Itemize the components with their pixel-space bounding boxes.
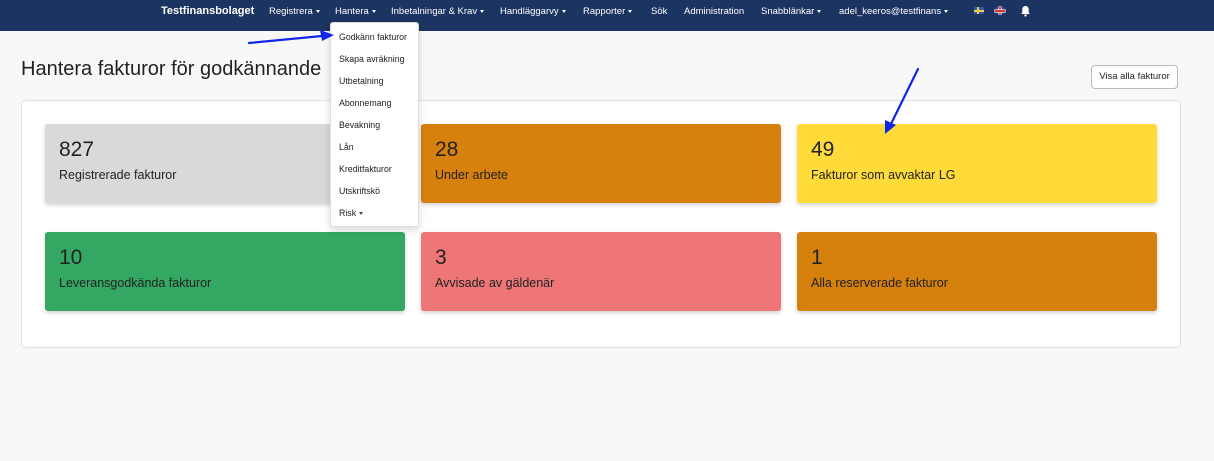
caret-down-icon	[817, 9, 822, 13]
caret-down-icon	[561, 9, 566, 13]
nav-label: Rapporter	[583, 6, 626, 17]
card-count: 49	[811, 138, 835, 161]
nav-snabblankar[interactable]: Snabblänkar	[761, 6, 822, 17]
caret-down-icon	[371, 9, 376, 13]
menu-item-bevakning[interactable]: Bevakning	[339, 120, 380, 130]
menu-item-abonnemang[interactable]: Abonnemang	[339, 98, 391, 108]
card-label: Avvisade av gäldenär	[435, 276, 555, 290]
nav-sok[interactable]: Sök	[651, 6, 667, 17]
card-label: Leveransgodkända fakturor	[59, 276, 212, 290]
invoice-summary-panel: 827 Registrerade fakturor 28 Under arbet…	[21, 100, 1181, 348]
menu-item-utbetalning[interactable]: Utbetalning	[339, 76, 384, 86]
hantera-dropdown-menu: Godkänn fakturor Skapa avräkning Utbetal…	[330, 22, 419, 227]
flag-gb-icon[interactable]	[995, 7, 1005, 14]
nav-label: Administration	[684, 6, 745, 17]
card-label: Alla reserverade fakturor	[811, 276, 948, 290]
nav-label: Registrera	[269, 6, 313, 17]
card-rejected-by-debtor[interactable]: 3 Avvisade av gäldenär	[421, 232, 781, 311]
top-navbar: Testfinansbolaget Registrera Hantera Inb…	[0, 0, 1214, 31]
card-awaiting-lg[interactable]: 49 Fakturor som avvaktar LG	[797, 124, 1157, 203]
caret-down-icon	[480, 9, 485, 13]
card-reserved-invoices[interactable]: 1 Alla reserverade fakturor	[797, 232, 1157, 311]
nav-label: Inbetalningar & Krav	[391, 6, 478, 17]
flag-se-icon[interactable]	[974, 7, 984, 14]
show-all-invoices-button[interactable]: Visa alla fakturor	[1091, 65, 1178, 89]
card-count: 28	[435, 138, 459, 161]
nav-registrera[interactable]: Registrera	[269, 6, 320, 17]
menu-item-utskriftsko[interactable]: Utskriftskö	[339, 186, 380, 196]
brand-name[interactable]: Testfinansbolaget	[161, 5, 254, 17]
nav-handlaggarvy[interactable]: Handläggarvy	[500, 6, 566, 17]
caret-down-icon	[359, 212, 364, 216]
menu-item-lan[interactable]: Lån	[339, 142, 354, 152]
nav-label: Snabblänkar	[761, 6, 815, 17]
nav-label: Sök	[651, 6, 668, 17]
card-label: Fakturor som avvaktar LG	[811, 168, 956, 182]
menu-item-label: Risk	[339, 208, 357, 218]
menu-item-godkann-fakturor[interactable]: Godkänn fakturor	[339, 32, 407, 42]
nav-rapporter[interactable]: Rapporter	[583, 6, 633, 17]
nav-label: Hantera	[335, 6, 369, 17]
card-label: Under arbete	[435, 168, 508, 182]
nav-administration[interactable]: Administration	[684, 6, 744, 17]
menu-item-skapa-avrakning[interactable]: Skapa avräkning	[339, 54, 405, 64]
menu-item-kreditfakturor[interactable]: Kreditfakturor	[339, 164, 392, 174]
nav-label: Handläggarvy	[500, 6, 559, 17]
card-label: Registrerade fakturor	[59, 168, 177, 182]
caret-down-icon	[315, 9, 320, 13]
bell-icon[interactable]	[1020, 5, 1031, 17]
nav-hantera[interactable]: Hantera	[335, 6, 376, 17]
nav-inbetalningar-krav[interactable]: Inbetalningar & Krav	[391, 6, 485, 17]
caret-down-icon	[944, 9, 949, 13]
caret-down-icon	[628, 9, 633, 13]
menu-item-risk[interactable]: Risk	[339, 208, 364, 218]
nav-user-menu[interactable]: adel_keeros@testfinans	[839, 6, 949, 17]
card-count: 827	[59, 138, 95, 161]
nav-label: adel_keeros@testfinans	[839, 6, 942, 17]
page-title: Hantera fakturor för godkännande	[21, 58, 322, 80]
arrow-to-godkann	[247, 30, 334, 45]
card-in-progress[interactable]: 28 Under arbete	[421, 124, 781, 203]
card-count: 1	[811, 246, 823, 269]
card-delivery-approved[interactable]: 10 Leveransgodkända fakturor	[45, 232, 405, 311]
card-count: 10	[59, 246, 83, 269]
card-count: 3	[435, 246, 447, 269]
